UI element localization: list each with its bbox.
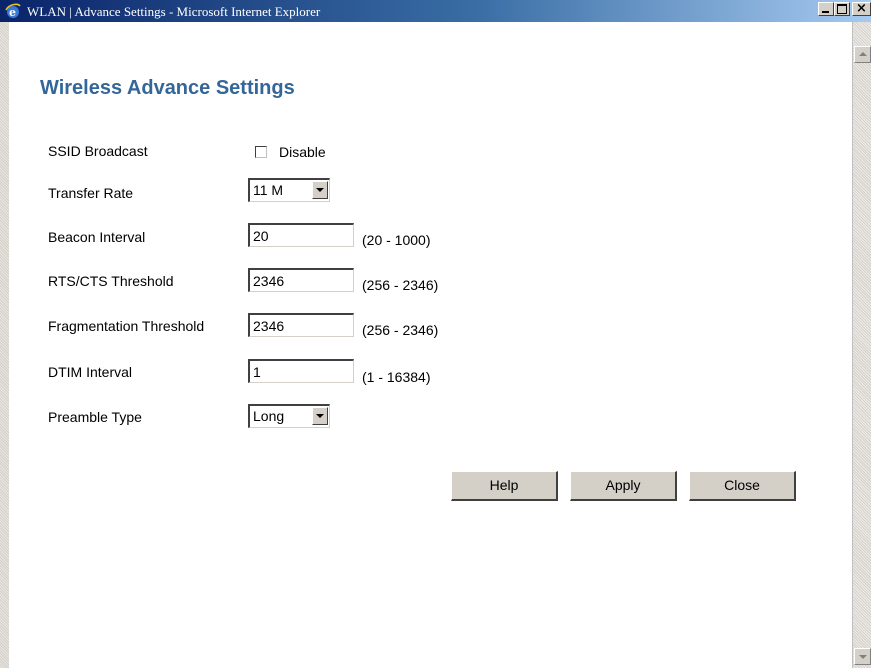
close-button[interactable]: Close xyxy=(689,471,796,501)
chevron-down-icon[interactable] xyxy=(312,407,328,425)
dtim-interval-range: (1 - 16384) xyxy=(362,369,431,385)
fragmentation-threshold-label: Fragmentation Threshold xyxy=(48,318,205,334)
ssid-broadcast-checkbox[interactable] xyxy=(255,146,267,158)
fragmentation-threshold-range: (256 - 2346) xyxy=(362,322,439,338)
help-button[interactable]: Help xyxy=(451,471,558,501)
preamble-type-label: Preamble Type xyxy=(48,409,142,425)
page-title: Wireless Advance Settings xyxy=(40,77,295,99)
transfer-rate-select[interactable]: 11 M xyxy=(248,178,330,202)
maximize-icon[interactable] xyxy=(834,2,850,16)
preamble-type-value: Long xyxy=(253,408,285,424)
rts-cts-threshold-range: (256 - 2346) xyxy=(362,277,439,293)
preamble-type-select[interactable]: Long xyxy=(248,404,330,428)
title-bar: e WLAN | Advance Settings - Microsoft In… xyxy=(0,0,871,22)
rts-cts-threshold-input[interactable] xyxy=(248,268,354,292)
transfer-rate-label: Transfer Rate xyxy=(48,185,134,201)
scroll-down-icon[interactable] xyxy=(854,648,871,665)
ssid-broadcast-label: SSID Broadcast xyxy=(48,143,148,159)
dtim-interval-label: DTIM Interval xyxy=(48,364,133,380)
beacon-interval-label: Beacon Interval xyxy=(48,229,146,245)
close-icon[interactable]: × xyxy=(852,1,871,16)
svg-text:e: e xyxy=(9,6,16,19)
dtim-interval-input[interactable] xyxy=(248,359,354,383)
window-frame-left xyxy=(0,22,9,668)
ie-icon: e xyxy=(5,3,21,19)
transfer-rate-value: 11 M xyxy=(253,182,284,198)
window-title: WLAN | Advance Settings - Microsoft Inte… xyxy=(27,4,321,19)
fragmentation-threshold-input[interactable] xyxy=(248,313,354,337)
minimize-icon[interactable] xyxy=(818,2,834,16)
chevron-down-icon[interactable] xyxy=(312,181,328,199)
vertical-scrollbar[interactable] xyxy=(852,22,871,668)
scroll-up-icon[interactable] xyxy=(854,46,871,63)
ssid-broadcast-checkbox-label[interactable]: Disable xyxy=(279,144,326,160)
close-glyph: × xyxy=(856,1,867,16)
apply-button[interactable]: Apply xyxy=(570,471,677,501)
beacon-interval-range: (20 - 1000) xyxy=(362,232,431,248)
rts-cts-threshold-label: RTS/CTS Threshold xyxy=(48,273,174,289)
beacon-interval-input[interactable] xyxy=(248,223,354,247)
